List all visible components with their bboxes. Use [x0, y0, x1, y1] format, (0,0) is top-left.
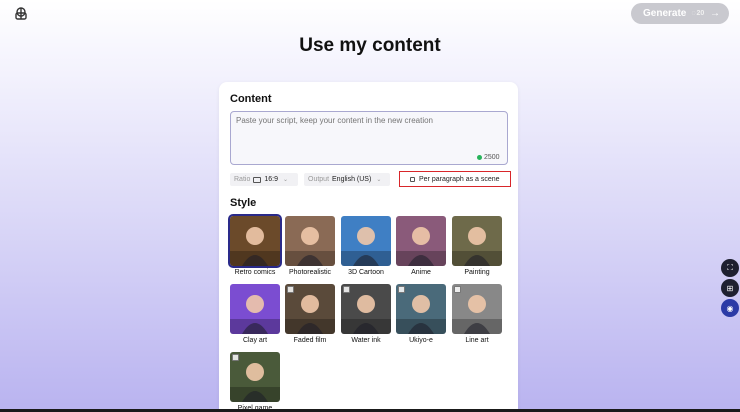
aspect-ratio-icon [253, 176, 262, 183]
chevron-down-icon: ⌄ [282, 177, 288, 183]
output-label: Output [308, 176, 330, 183]
style-tile[interactable] [230, 352, 280, 402]
style-tile[interactable] [285, 284, 335, 334]
checkbox-icon [410, 176, 415, 182]
style-tile-label: Ukiyo-e [409, 337, 433, 344]
style-tile-label: Line art [465, 337, 489, 344]
per-paragraph-checkbox[interactable]: Per paragraph as a scene [399, 171, 511, 187]
coin-icon: ◌ [691, 10, 696, 17]
ratio-label: Ratio [234, 176, 251, 183]
style-thumbnail [396, 216, 446, 266]
style-tile[interactable] [452, 284, 502, 334]
style-tile[interactable] [452, 216, 502, 266]
crop-icon[interactable]: ⛶ [721, 259, 739, 277]
generate-label: Generate [643, 8, 687, 19]
style-thumbnail [230, 216, 280, 266]
generate-button[interactable]: Generate ◌ 20 → [631, 3, 729, 24]
app-logo-icon[interactable] [14, 7, 28, 21]
credits-count: 20 [696, 10, 705, 17]
lock-icon [343, 286, 350, 293]
style-tile-label: Faded film [293, 337, 327, 344]
ratio-value: 16:9 [264, 176, 278, 183]
lock-icon [454, 286, 461, 293]
style-tile-label: Photorealistic [288, 269, 332, 276]
per-paragraph-label: Per paragraph as a scene [419, 175, 500, 183]
chat-icon[interactable]: ◉ [721, 299, 739, 317]
content-section-label: Content [230, 93, 272, 105]
page-title: Use my content [299, 35, 441, 56]
style-tile-label: Painting [464, 269, 490, 276]
lock-icon [232, 354, 239, 361]
style-tile-label: Anime [411, 269, 431, 276]
style-tile[interactable] [285, 216, 335, 266]
style-thumbnail [341, 216, 391, 266]
status-dot-icon [477, 155, 482, 160]
lock-icon [398, 286, 405, 293]
output-language-select[interactable]: Output English (US) ⌄ [304, 173, 390, 186]
style-tile-label: 3D Cartoon [348, 269, 384, 276]
grid-icon[interactable]: ⊞ [721, 279, 739, 297]
chevron-down-icon: ⌄ [376, 177, 382, 183]
style-tile-label: Retro comics [234, 269, 276, 276]
lock-icon [287, 286, 294, 293]
arrow-right-icon: → [710, 8, 720, 19]
style-tile[interactable] [228, 214, 282, 268]
char-count: 2500 [477, 154, 500, 161]
output-value: English (US) [332, 176, 372, 183]
credits-badge: ◌ 20 [691, 10, 704, 17]
style-tile-label: Water ink [351, 337, 381, 344]
style-thumbnail [285, 216, 335, 266]
content-card: Content 2500 Ratio 16:9 ⌄ Output English… [219, 82, 518, 412]
style-thumbnail [452, 216, 502, 266]
style-section-label: Style [230, 197, 257, 209]
style-tile[interactable] [396, 284, 446, 334]
script-input[interactable] [230, 111, 508, 165]
style-tile[interactable] [341, 284, 391, 334]
char-count-value: 2500 [484, 154, 500, 161]
ratio-select[interactable]: Ratio 16:9 ⌄ [230, 173, 298, 186]
style-tile[interactable] [396, 216, 446, 266]
style-thumbnail [230, 284, 280, 334]
style-tile[interactable] [230, 284, 280, 334]
style-tile[interactable] [341, 216, 391, 266]
style-tile-label: Clay art [242, 337, 268, 344]
